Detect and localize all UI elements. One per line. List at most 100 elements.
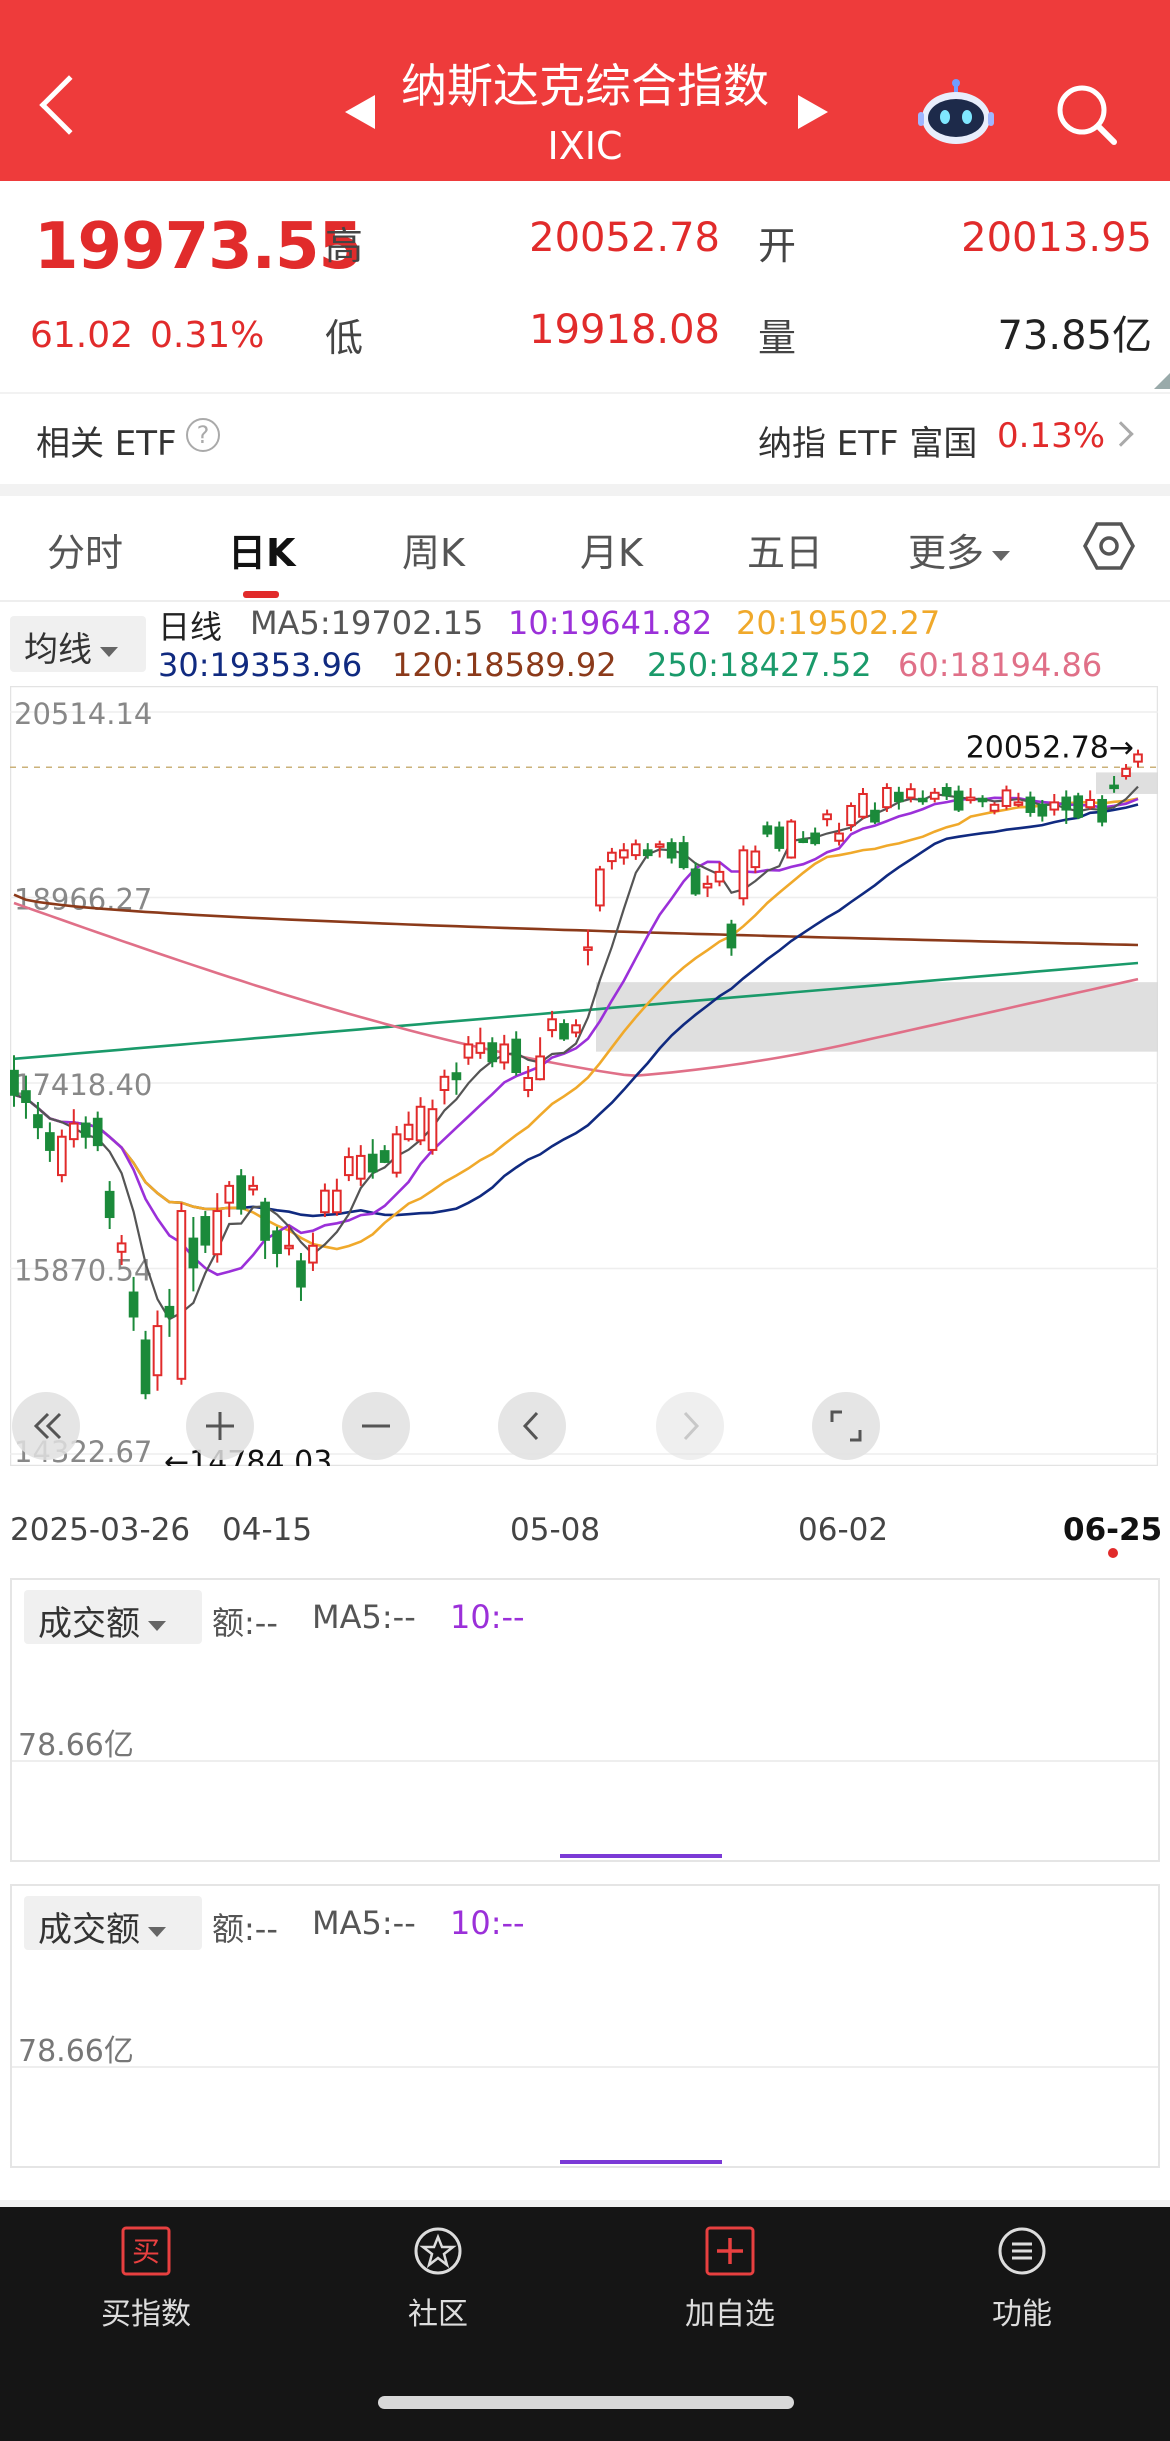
scroll-right-icon[interactable]: [656, 1392, 724, 1460]
candle-body: [523, 1077, 533, 1091]
dropdown-icon: [100, 646, 118, 657]
candle-body: [822, 813, 832, 821]
candle-body: [726, 923, 737, 949]
candle-body: [391, 1133, 402, 1174]
volume-indicator-button[interactable]: 成交额: [24, 1590, 202, 1644]
volume-value: 73.85亿: [997, 313, 1152, 359]
expand-corner-icon[interactable]: [1154, 373, 1170, 389]
zoom-in-icon[interactable]: [186, 1392, 254, 1460]
candle-body: [654, 843, 665, 848]
candle-body: [810, 832, 820, 845]
etf-name: 纳指 ETF 富国: [758, 424, 978, 464]
x-axis-label: 05-08: [510, 1512, 601, 1548]
community-icon: [414, 2227, 462, 2275]
quote-panel: 19973.55 61.02 0.31% 高 20052.78 开 20013.…: [0, 181, 1170, 392]
candle-body: [1121, 767, 1131, 778]
help-icon[interactable]: ?: [186, 418, 220, 452]
candle-body: [284, 1244, 294, 1250]
volume-indicator-button[interactable]: 成交额: [24, 1896, 202, 1950]
today-indicator: [1108, 1548, 1118, 1558]
candle-body: [1049, 801, 1060, 811]
candle-body: [10, 1069, 19, 1096]
candle-body: [894, 791, 904, 803]
candle-body: [690, 868, 701, 895]
volume-amount: 额:--: [212, 1604, 278, 1642]
candle-body: [630, 843, 641, 857]
fast-back-icon[interactable]: [12, 1392, 80, 1460]
ma-period: 日线: [158, 608, 223, 646]
scroll-left-icon[interactable]: [498, 1392, 566, 1460]
back-icon[interactable]: [39, 75, 99, 135]
candle-body: [212, 1210, 223, 1256]
x-axis-label: 06-25: [1063, 1512, 1163, 1548]
nav-label: 加自选: [685, 2297, 775, 2332]
candle-body: [666, 842, 677, 859]
candle-body: [355, 1154, 366, 1180]
candle-body: [21, 1090, 31, 1103]
candle-body: [248, 1184, 258, 1191]
candle-body: [367, 1153, 378, 1173]
candle-body: [619, 849, 629, 859]
low-value: 19918.08: [529, 307, 720, 353]
tab-intraday[interactable]: 分时: [47, 522, 123, 577]
x-axis-label: 2025-03-26: [10, 1512, 191, 1548]
settings-icon[interactable]: [1083, 520, 1135, 572]
ma-selector-button[interactable]: 均线: [10, 616, 146, 672]
candle-body: [547, 1018, 557, 1032]
tab-more[interactable]: 更多: [908, 522, 1011, 577]
search-icon[interactable]: [1054, 82, 1118, 146]
volume-panel: 成交额 额:-- MA5:-- 10:-- 78.66亿: [10, 1884, 1160, 2168]
ma60-value: 60:18194.86: [898, 646, 1103, 684]
candle-body: [834, 832, 844, 842]
candle-body: [905, 788, 916, 799]
y-axis-label: 20514.14: [14, 697, 152, 731]
candle-body: [798, 838, 809, 844]
volume-ma10: 10:--: [450, 1598, 525, 1636]
tab-five-day[interactable]: 五日: [747, 522, 823, 577]
candle-body: [343, 1156, 354, 1177]
page-title: 纳斯达克综合指数: [401, 59, 769, 113]
tab-more-label: 更多: [908, 531, 985, 575]
candle-body: [642, 849, 653, 857]
candle-body: [140, 1339, 151, 1395]
chevron-right-icon[interactable]: [1108, 421, 1134, 447]
candle-body: [188, 1237, 199, 1269]
next-index-icon[interactable]: [798, 95, 828, 129]
candle-body: [1001, 789, 1012, 807]
tab-daily-k[interactable]: 日K: [228, 522, 295, 577]
high-value: 20052.78: [529, 215, 720, 261]
candle-body: [941, 786, 952, 797]
zoom-out-icon[interactable]: [342, 1392, 410, 1460]
volume-scroll-indicator: [560, 1854, 722, 1858]
assistant-robot-icon[interactable]: [916, 78, 996, 146]
high-marker: 20052.78→: [966, 730, 1134, 765]
ma120-line: [13, 893, 1139, 947]
candle-body: [1085, 798, 1095, 809]
candle-body: [260, 1201, 270, 1241]
candle-body: [1097, 798, 1107, 823]
candle-body: [164, 1305, 175, 1318]
candle-body: [320, 1189, 330, 1214]
candle-body: [92, 1117, 103, 1147]
candle-body: [33, 1114, 43, 1129]
candle-body: [750, 850, 761, 869]
candle-body: [152, 1325, 163, 1377]
fullscreen-icon[interactable]: [812, 1392, 880, 1460]
candle-body: [80, 1122, 91, 1138]
candle-body: [296, 1260, 306, 1288]
candle-body: [200, 1216, 211, 1246]
volume-axis-value: 78.66亿: [18, 1728, 134, 1763]
buy-icon: 买: [121, 2226, 171, 2276]
volume-panel: 成交额 额:-- MA5:-- 10:-- 78.66亿: [10, 1578, 1160, 1862]
candle-body: [1073, 795, 1084, 818]
kline-chart[interactable]: 20514.1418966.2717418.4015870.5414322.67…: [10, 686, 1158, 1466]
tab-monthly-k[interactable]: 月K: [580, 522, 643, 577]
low-label: 低: [325, 316, 364, 360]
related-etf-row[interactable]: 相关 ETF ? 纳指 ETF 富国 0.13%: [0, 394, 1170, 484]
candle-body: [786, 820, 797, 859]
volume-scroll-indicator: [560, 2160, 722, 2164]
y-axis-label: 15870.54: [14, 1253, 152, 1287]
candle-body: [104, 1190, 115, 1219]
tab-weekly-k[interactable]: 周K: [402, 522, 465, 577]
candle-body: [1025, 796, 1036, 813]
